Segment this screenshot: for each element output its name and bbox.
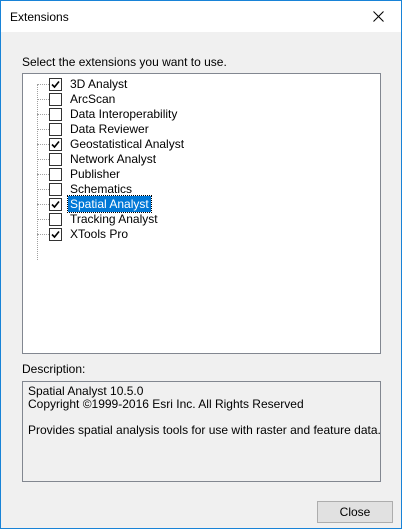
- checkmark-icon: [51, 140, 60, 149]
- extension-label: Publisher: [70, 167, 121, 181]
- description-summary: Provides spatial analysis tools for use …: [28, 423, 381, 437]
- tree-branch-line: [37, 174, 49, 175]
- description-box: Spatial Analyst 10.5.0 Copyright ©1999-2…: [22, 381, 381, 482]
- extension-item[interactable]: Network Analyst: [37, 151, 367, 167]
- tree-branch-line: [37, 234, 49, 235]
- extension-checkbox[interactable]: [49, 198, 62, 211]
- extension-item[interactable]: ArcScan: [37, 91, 367, 107]
- extension-item[interactable]: Publisher: [37, 166, 367, 182]
- window-title: Extensions: [10, 10, 69, 24]
- extension-item[interactable]: Data Interoperability: [37, 106, 367, 122]
- extension-checkbox[interactable]: [49, 153, 62, 166]
- extension-checkbox[interactable]: [49, 78, 62, 91]
- checkmark-icon: [51, 80, 60, 89]
- extension-label: Schematics: [70, 182, 133, 196]
- tree-branch-line: [37, 219, 49, 220]
- tree-branch-line: [37, 144, 49, 145]
- extension-checkbox[interactable]: [49, 183, 62, 196]
- tree-branch-line: [37, 84, 49, 85]
- extension-checkbox[interactable]: [49, 168, 62, 181]
- extension-label: Data Interoperability: [70, 107, 178, 121]
- extensions-dialog: Extensions Select the extensions you wan…: [0, 0, 402, 529]
- extension-checkbox[interactable]: [49, 93, 62, 106]
- description-copyright: Copyright ©1999-2016 Esri Inc. All Right…: [28, 397, 304, 411]
- extension-item[interactable]: Geostatistical Analyst: [37, 136, 367, 152]
- tree-branch-line: [37, 204, 49, 205]
- extension-item[interactable]: Data Reviewer: [37, 121, 367, 137]
- extension-item[interactable]: Schematics: [37, 181, 367, 197]
- extension-checkbox[interactable]: [49, 123, 62, 136]
- title-bar[interactable]: Extensions: [1, 1, 401, 32]
- extension-item[interactable]: 3D Analyst: [37, 76, 367, 92]
- extension-label: Network Analyst: [70, 152, 157, 166]
- extensions-list[interactable]: 3D Analyst ArcScan Data Interoperability Da…: [22, 73, 381, 354]
- tree-branch-line: [37, 159, 49, 160]
- extension-item[interactable]: Tracking Analyst: [37, 211, 367, 227]
- extension-label: Tracking Analyst: [70, 212, 158, 226]
- extension-label: Spatial Analyst: [67, 195, 152, 213]
- extension-item[interactable]: XTools Pro: [37, 226, 367, 242]
- tree-branch-line: [37, 99, 49, 100]
- extension-label: ArcScan: [70, 92, 116, 106]
- instructions-label: Select the extensions you want to use.: [22, 55, 227, 69]
- checkmark-icon: [51, 230, 60, 239]
- extension-label: XTools Pro: [70, 227, 129, 241]
- extension-label: 3D Analyst: [70, 77, 128, 91]
- close-x-icon[interactable]: [355, 1, 401, 32]
- checkmark-icon: [51, 200, 60, 209]
- tree-branch-line: [37, 114, 49, 115]
- extension-checkbox[interactable]: [49, 228, 62, 241]
- description-label: Description:: [22, 362, 86, 376]
- tree-branch-line: [37, 189, 49, 190]
- close-button[interactable]: Close: [317, 501, 393, 523]
- extension-item[interactable]: Spatial Analyst: [37, 195, 367, 213]
- tree-branch-line: [37, 129, 49, 130]
- extension-checkbox[interactable]: [49, 213, 62, 226]
- extension-checkbox[interactable]: [49, 108, 62, 121]
- extension-checkbox[interactable]: [49, 138, 62, 151]
- extension-label: Geostatistical Analyst: [70, 137, 185, 151]
- extension-label: Data Reviewer: [70, 122, 149, 136]
